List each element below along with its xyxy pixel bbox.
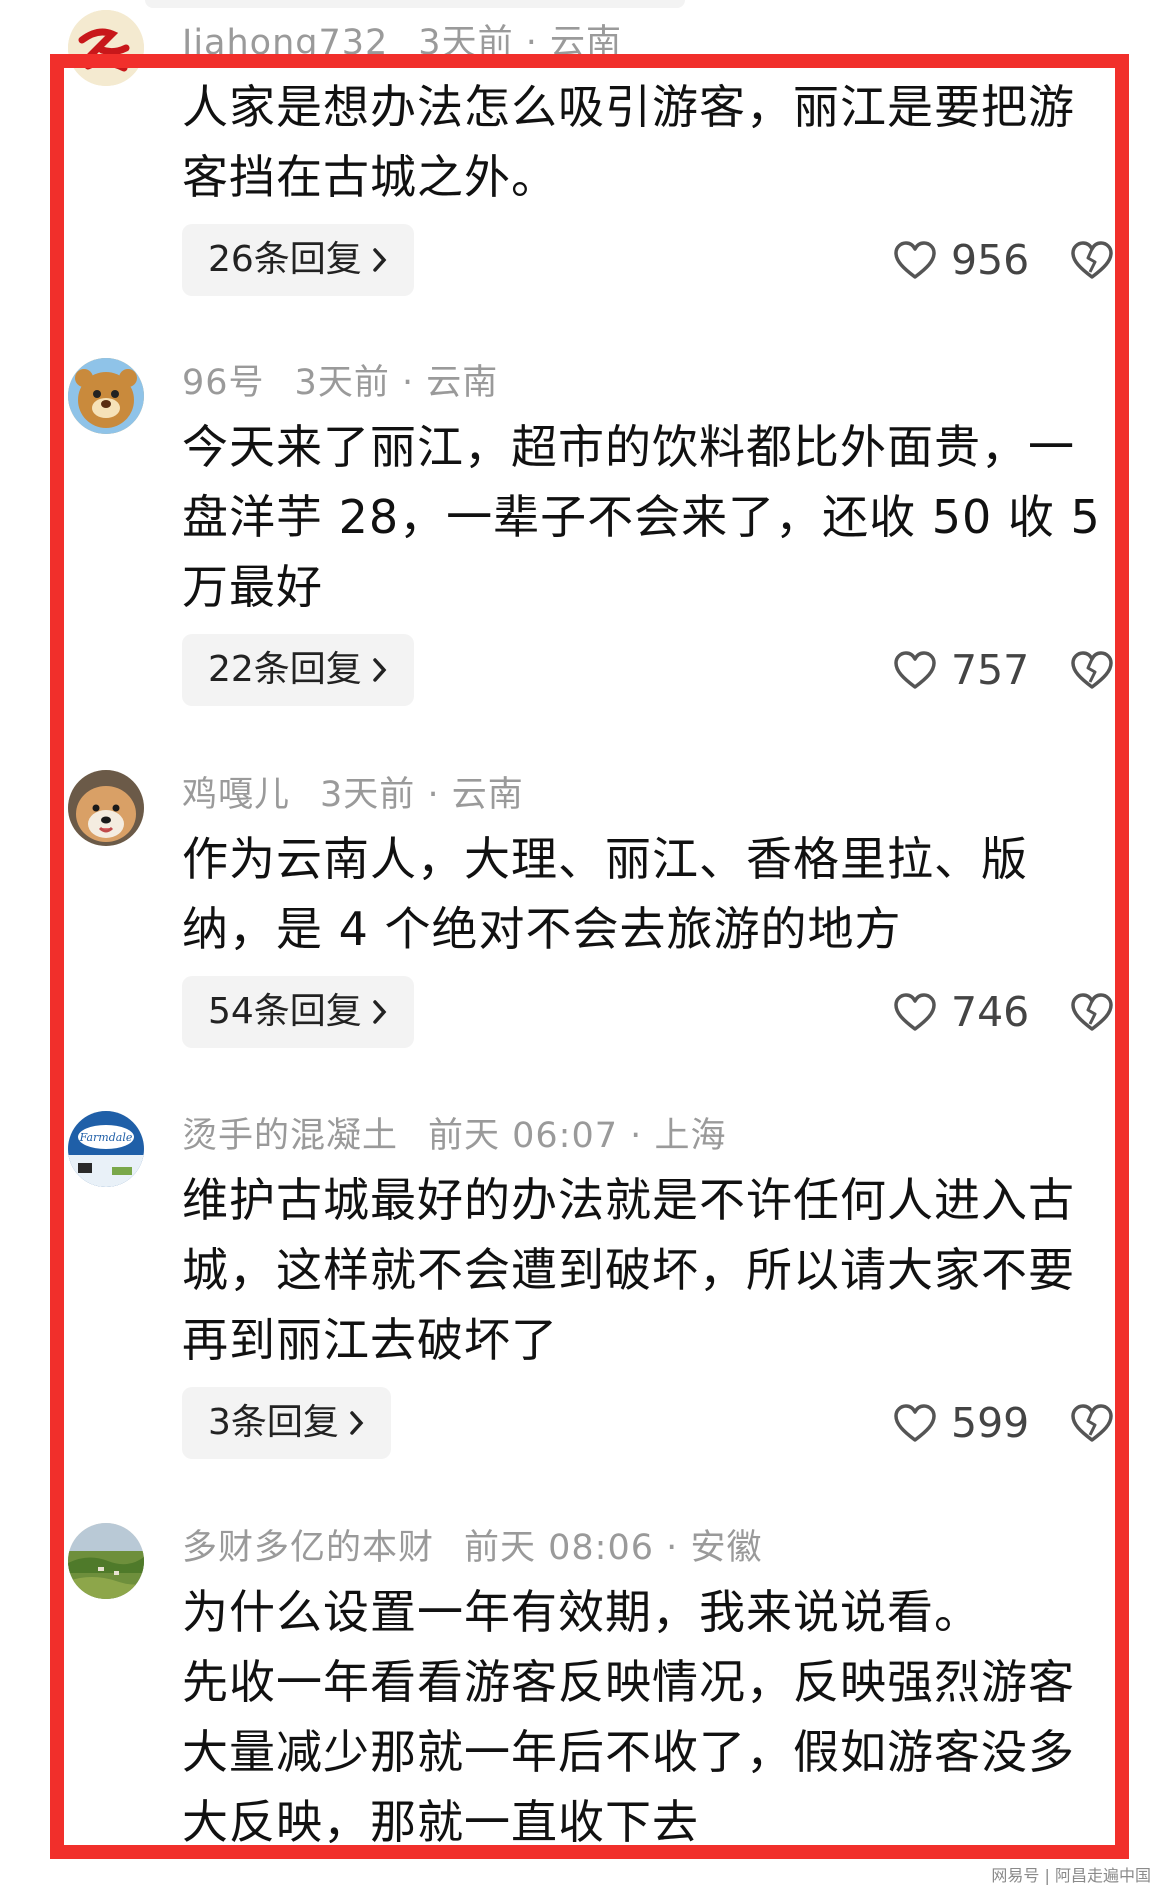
username[interactable]: 鸡嘎儿 <box>182 775 290 815</box>
landscape-avatar-icon <box>68 1523 144 1599</box>
comment-text: 维护古城最好的办法就是不许任何人进入古 城，这样就不会遭到破坏，所以请大家不要 … <box>182 1173 1075 1367</box>
reply-count: 3条回复 <box>208 1402 339 1443</box>
broken-heart-icon[interactable] <box>1070 650 1114 690</box>
broken-heart-icon[interactable] <box>1070 1403 1114 1443</box>
comment-meta: Jiahong732 3天前 · 云南 <box>182 14 622 65</box>
comment-time: 3天前 <box>294 363 390 403</box>
username[interactable]: 96号 <box>182 363 265 403</box>
meta-separator: · <box>630 1116 643 1156</box>
chevron-right-icon <box>373 658 387 682</box>
user-avatar[interactable] <box>68 358 144 434</box>
like-count: 746 <box>951 988 1030 1036</box>
milk-carton-avatar-icon: Farmdale <box>68 1111 144 1187</box>
comment-list: Jiahong732 3天前 · 云南 人家是想办法怎么吸引游客，丽江是要把游 客… <box>0 0 1169 1898</box>
chevron-right-icon <box>373 248 387 272</box>
comment-meta: 鸡嘎儿 3天前 · 云南 <box>182 766 524 817</box>
meta-separator: · <box>666 1528 679 1568</box>
user-avatar[interactable]: Farmdale <box>68 1111 144 1187</box>
comment-location: 安徽 <box>690 1528 763 1568</box>
view-replies-button[interactable]: 22条回复 <box>182 634 414 706</box>
meta-separator: · <box>427 775 440 815</box>
dog-avatar-icon <box>68 770 144 846</box>
comment-location: 云南 <box>426 363 499 403</box>
comment-time: 3天前 <box>418 23 514 63</box>
meta-separator: · <box>525 23 538 63</box>
broken-heart-icon[interactable] <box>1070 992 1114 1032</box>
view-replies-button[interactable]: 26条回复 <box>182 224 414 296</box>
comment-time: 前天 08:06 <box>464 1528 655 1568</box>
username[interactable]: 多财多亿的本财 <box>182 1528 434 1568</box>
avatar-logo-text: Farmdale <box>79 1131 133 1144</box>
comment-meta: 多财多亿的本财 前天 08:06 · 安徽 <box>182 1519 762 1570</box>
comment-location: 上海 <box>654 1116 727 1156</box>
comment-location: 云南 <box>451 775 524 815</box>
like-count: 956 <box>951 236 1030 284</box>
comment-text: 作为云南人，大理、丽江、香格里拉、版 纳，是 4 个绝对不会去旅游的地方 <box>182 832 1028 956</box>
like-button[interactable]: 746 <box>893 976 1029 1048</box>
chevron-right-icon <box>373 1000 387 1024</box>
comment-location: 云南 <box>550 23 623 63</box>
meta-separator: · <box>401 363 415 403</box>
comment-time: 前天 06:07 <box>428 1116 619 1156</box>
comment-text: 人家是想办法怎么吸引游客，丽江是要把游 客挡在古城之外。 <box>182 80 1075 204</box>
username[interactable]: Jiahong732 <box>182 23 388 63</box>
user-avatar[interactable] <box>68 770 144 846</box>
user-avatar[interactable] <box>68 10 144 86</box>
like-count: 757 <box>951 646 1030 694</box>
comment-text: 为什么设置一年有效期，我来说说看。 先收一年看看游客反映情况，反映强烈游客 大量… <box>182 1585 1075 1849</box>
reply-count: 26条回复 <box>208 239 362 280</box>
like-count: 599 <box>951 1399 1030 1447</box>
cartoon-bear-avatar-icon <box>68 358 144 434</box>
view-replies-button[interactable]: 54条回复 <box>182 976 414 1048</box>
like-button[interactable]: 956 <box>893 224 1029 296</box>
heart-outline-icon <box>894 1404 936 1442</box>
chevron-right-icon <box>350 1411 364 1435</box>
like-button[interactable]: 757 <box>893 634 1029 706</box>
watermark: 网易号 | 阿昌走遍中国 <box>991 1866 1151 1885</box>
comment-text: 今天来了丽江，超市的饮料都比外面贵，一 盘洋芋 28，一辈子不会来了，还收 50… <box>182 420 1101 614</box>
comment-time: 3天前 <box>320 775 416 815</box>
like-button[interactable]: 599 <box>893 1387 1029 1459</box>
username[interactable]: 烫手的混凝土 <box>182 1116 398 1156</box>
user-avatar[interactable] <box>68 1523 144 1599</box>
broken-heart-icon[interactable] <box>1070 240 1114 280</box>
heart-outline-icon <box>894 651 936 689</box>
comment-meta: 烫手的混凝土 前天 06:07 · 上海 <box>182 1107 726 1158</box>
comment-meta: 96号 3天前 · 云南 <box>182 354 498 405</box>
view-replies-button[interactable]: 3条回复 <box>182 1387 391 1459</box>
reply-count: 54条回复 <box>208 991 362 1032</box>
heart-outline-icon <box>894 241 936 279</box>
heart-outline-icon <box>894 993 936 1031</box>
reply-count: 22条回复 <box>208 649 362 690</box>
red-calligraphy-avatar-icon <box>68 10 144 86</box>
